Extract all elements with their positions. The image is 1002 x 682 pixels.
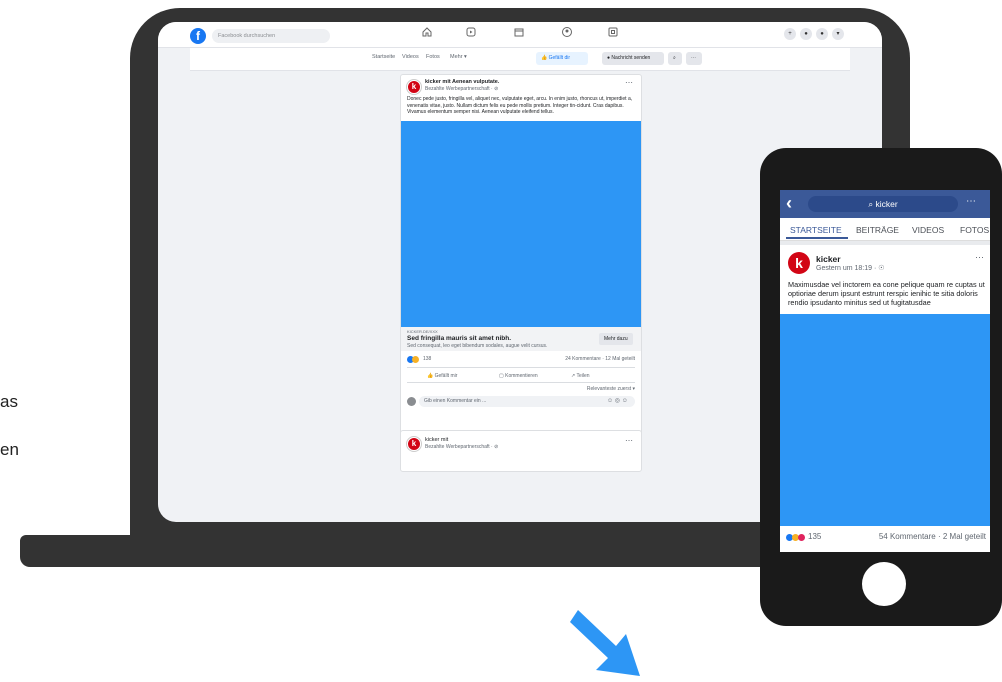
share-action-button[interactable]: ↗ Teilen (571, 373, 590, 379)
kicker-avatar[interactable]: k (407, 80, 421, 94)
video-icon[interactable] (464, 26, 478, 40)
kicker-avatar-mobile[interactable]: k (788, 252, 810, 274)
post-card: k kicker mit Aenean vulputate. Bezahlte … (400, 74, 642, 436)
tab-fotos[interactable]: Fotos (426, 54, 440, 60)
post-more-icon[interactable]: ⋯ (625, 436, 633, 445)
account-menu-button[interactable]: ▾ (832, 28, 844, 40)
comment-action-button[interactable]: ▢ Kommentieren (499, 373, 538, 379)
facebook-search-input[interactable]: Facebook durchsuchen (212, 29, 330, 43)
notifications-button[interactable]: ● (816, 28, 828, 40)
tab-startseite[interactable]: Startseite (372, 54, 395, 60)
partial-text-2: en (0, 440, 19, 459)
phone-more-icon[interactable]: ⋯ (966, 196, 976, 207)
create-button[interactable]: + (784, 28, 796, 40)
phone-tabs: STARTSEITE BEITRÄGE VIDEOS FOTOS (780, 218, 990, 241)
phone-search-input[interactable]: ⌕ kicker (808, 196, 958, 212)
like-action-button[interactable]: 👍 Gefällt mir (427, 373, 457, 379)
groups-icon[interactable] (560, 26, 574, 40)
phone-post-media[interactable] (780, 314, 990, 526)
phone-reaction-count[interactable]: 135 (808, 532, 821, 541)
phone-top-bar: ‹ ⌕ kicker ⋯ (780, 190, 990, 218)
post-more-icon[interactable]: ⋯ (625, 78, 633, 87)
phone-post-text: Maximusdae vel inctorem ea cone pelique … (788, 280, 985, 307)
send-message-button[interactable]: ● Nachricht senden (602, 52, 664, 65)
tab-videos[interactable]: Videos (402, 54, 419, 60)
separator (780, 241, 990, 245)
like-page-button[interactable]: 👍 Gefällt dir (536, 52, 588, 65)
facebook-top-bar: f Facebook durchsuchen + ● ● ▾ (158, 22, 882, 48)
home-icon[interactable] (420, 26, 434, 40)
tab-fotos-mobile[interactable]: FOTOS (960, 225, 989, 235)
divider (407, 367, 635, 368)
down-right-arrow-icon (570, 610, 640, 676)
active-tab-indicator (786, 237, 848, 239)
share-action-label: Teilen (576, 373, 590, 379)
post-subline: Bezahlte Werbepartnerschaft · ⊘ (425, 444, 499, 450)
user-avatar (407, 397, 416, 406)
reaction-count[interactable]: 138 (423, 356, 431, 362)
post-text: Donec pede justo, fringilla vel, aliquet… (407, 96, 633, 115)
phone-search-text: kicker (875, 199, 898, 209)
gaming-icon[interactable] (606, 26, 620, 40)
back-chevron-icon[interactable]: ‹ (786, 193, 792, 214)
emoji-icon[interactable]: ☺ ◎ ☺ (607, 397, 628, 404)
phone-post-author[interactable]: kicker (816, 254, 841, 264)
partial-text-1: as (0, 392, 18, 411)
comment-input[interactable]: Gib einen Kommentar ein ... (419, 396, 635, 407)
post-card-2: k kicker mit Bezahlte Werbepartnerschaft… (400, 430, 642, 472)
tab-startseite-mobile[interactable]: STARTSEITE (790, 225, 842, 235)
phone-post-stats[interactable]: 54 Kommentare · 2 Mal geteilt (879, 532, 986, 541)
post-subline: Bezahlte Werbepartnerschaft · ⊘ (425, 86, 499, 92)
link-preview[interactable]: KICKER.DE/XXX Sed fringilla mauris sit a… (401, 327, 641, 351)
post-media[interactable] (401, 121, 641, 327)
page-more-button[interactable]: ⋯ (686, 52, 702, 65)
love-reaction-icon (798, 534, 805, 541)
reaction-bar: 138 24 Kommentare · 12 Mal geteilt (407, 356, 635, 366)
comment-action-label: Kommentieren (505, 373, 538, 379)
haha-reaction-icon (412, 356, 419, 363)
post-author[interactable]: kicker mit Aenean vulputate. (425, 79, 499, 85)
post-author[interactable]: kicker mit (425, 437, 448, 443)
thumbs-up-icon: 👍 (427, 373, 435, 379)
messenger-button[interactable]: ● (800, 28, 812, 40)
phone-post-time: Gestern um 18:19 · ☉ (816, 265, 885, 272)
tab-beitraege-mobile[interactable]: BEITRÄGE (856, 225, 899, 235)
marketplace-icon[interactable] (512, 26, 526, 40)
facebook-logo[interactable]: f (190, 28, 206, 44)
page-search-button[interactable]: ⌕ (668, 52, 682, 65)
post-stats[interactable]: 24 Kommentare · 12 Mal geteilt (565, 356, 635, 362)
link-title: Sed fringilla mauris sit amet nibh. (407, 335, 512, 342)
comment-sort-dropdown[interactable]: Relevanteste zuerst ▾ (587, 386, 635, 392)
kicker-avatar[interactable]: k (407, 437, 421, 451)
link-domain: KICKER.DE/XXX (407, 329, 438, 334)
like-action-label: Gefällt mir (434, 373, 458, 379)
phone-home-button[interactable] (862, 562, 906, 606)
divider (407, 382, 635, 383)
tab-mehr[interactable]: Mehr ▾ (450, 54, 467, 60)
mehr-dazu-button[interactable]: Mehr dazu (599, 333, 633, 345)
phone-post-more-icon[interactable]: ⋯ (975, 252, 984, 263)
link-description: Sed consequat, leo eget bibendum sodales… (407, 343, 548, 349)
tab-videos-mobile[interactable]: VIDEOS (912, 225, 944, 235)
page-navigation: Startseite Videos Fotos Mehr ▾ 👍 Gefällt… (190, 48, 850, 71)
phone-screen: ‹ ⌕ kicker ⋯ STARTSEITE BEITRÄGE VIDEOS … (780, 190, 990, 552)
